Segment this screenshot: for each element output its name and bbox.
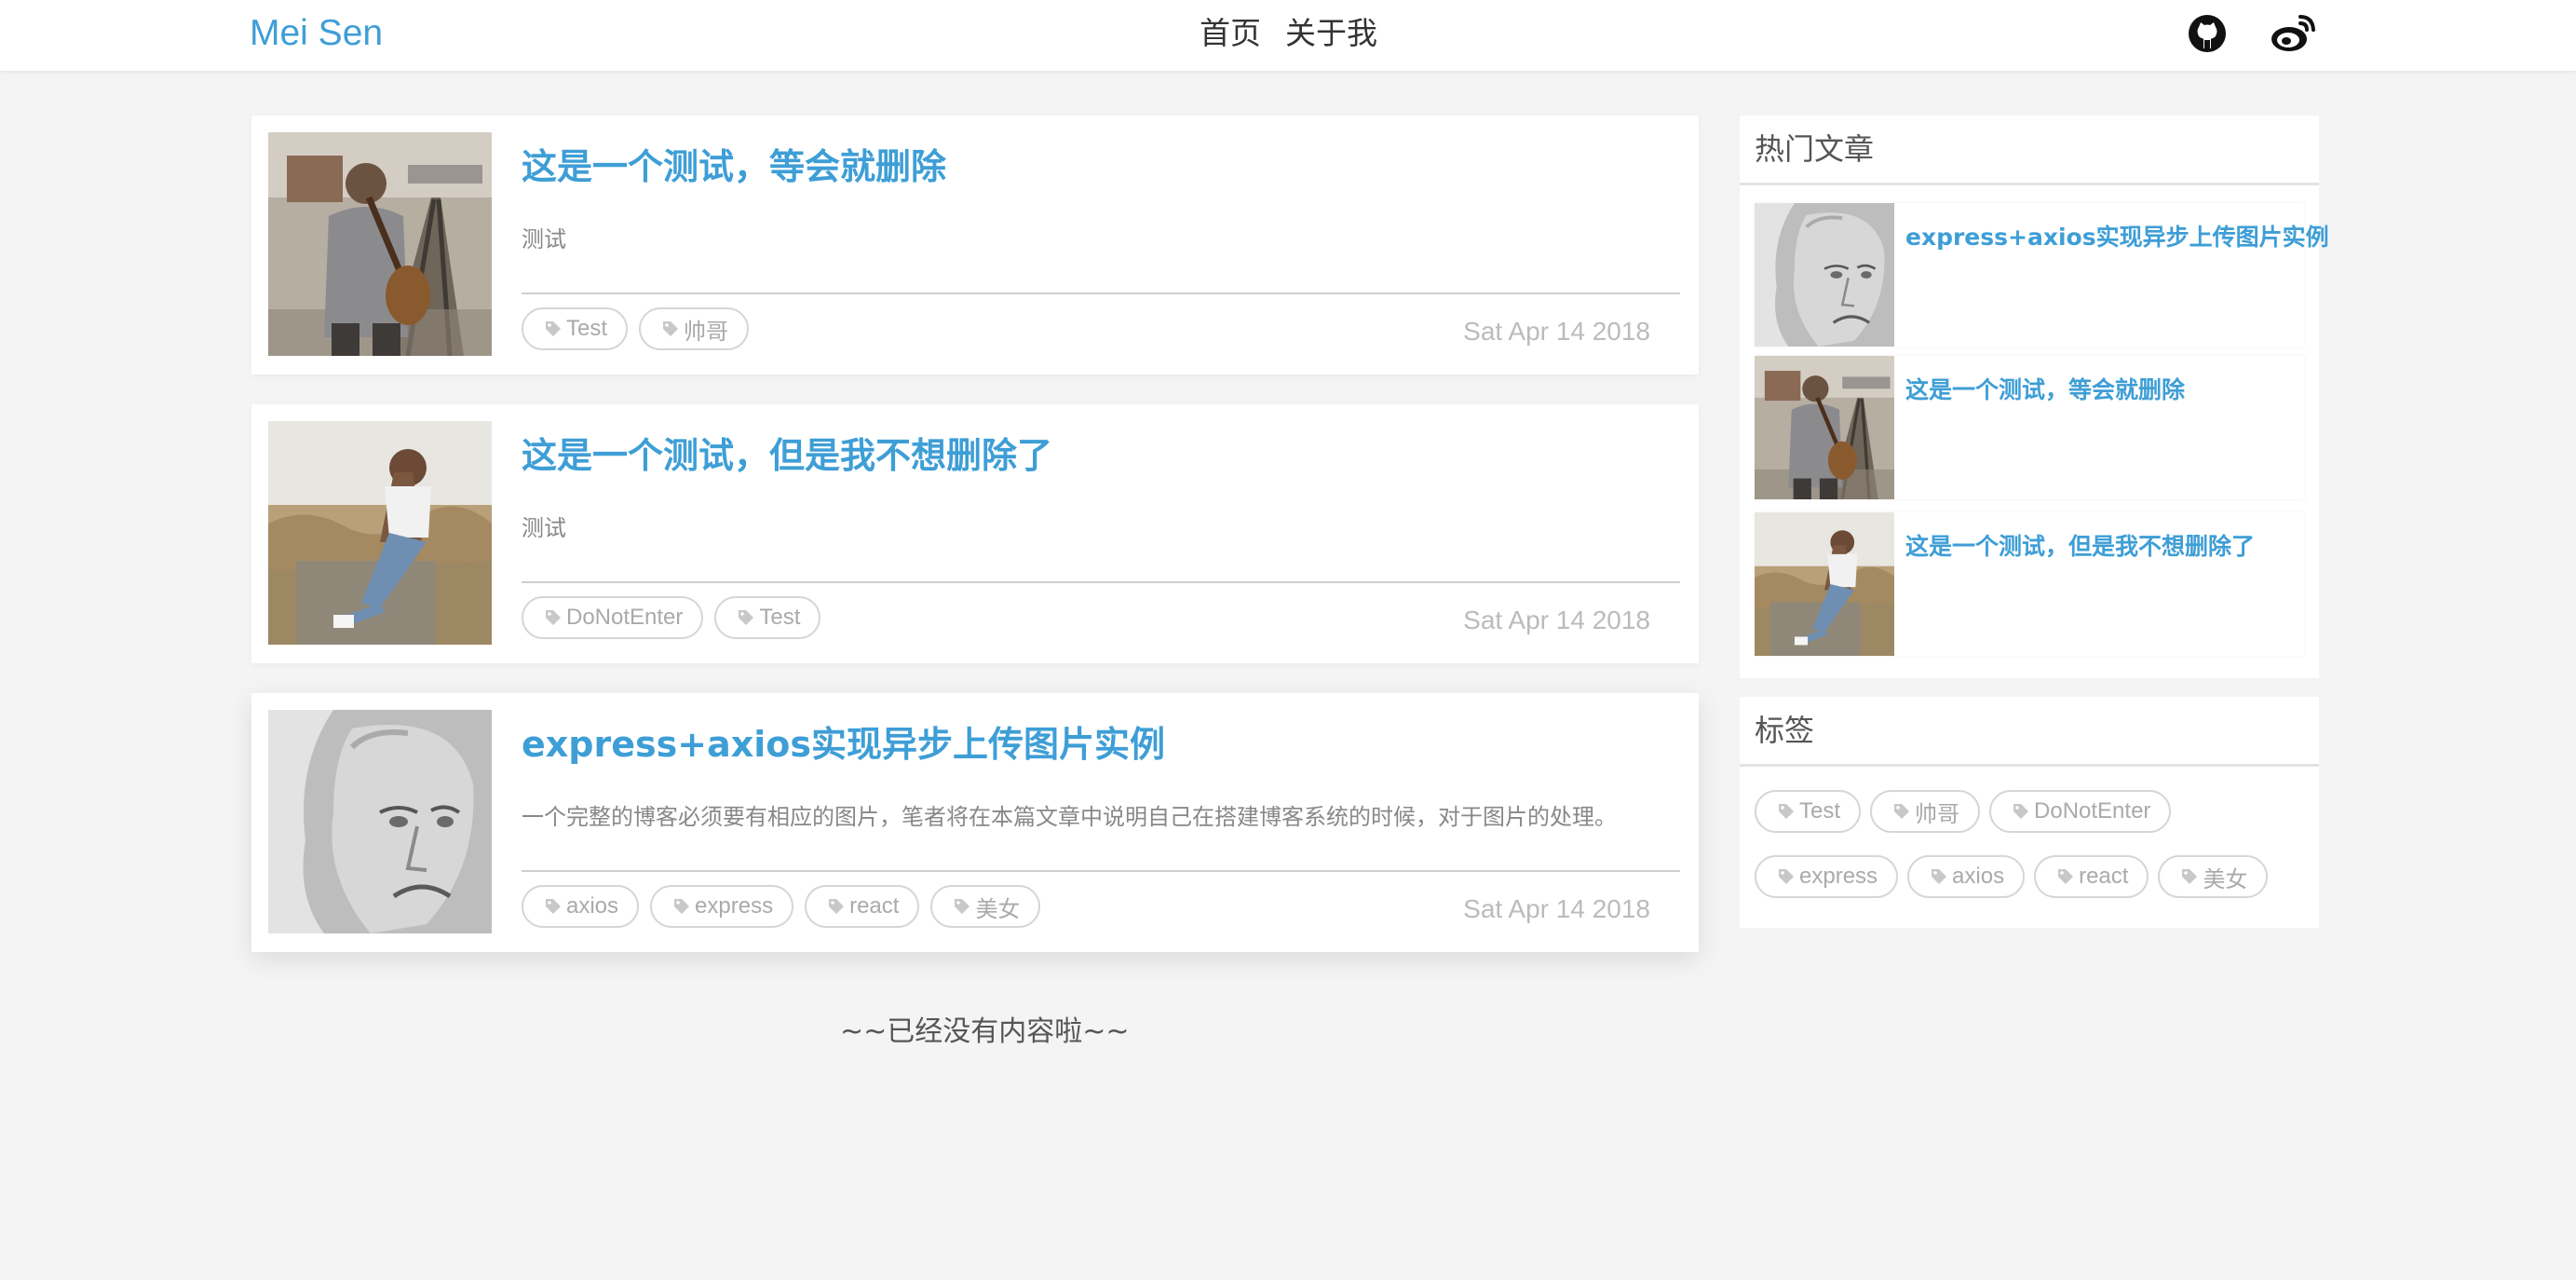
article-card[interactable]: 这是一个测试，等会就删除 测试 Test 帅哥 Sat Apr 14 2018 <box>251 116 1699 374</box>
tag-icon <box>737 608 755 627</box>
tag-chip[interactable]: react <box>805 885 920 928</box>
tag-chip[interactable]: axios <box>522 885 640 928</box>
hot-article-title[interactable]: 这是一个测试，等会就删除 <box>1905 374 2297 406</box>
article-title[interactable]: express+axios实现异步上传图片实例 <box>522 721 1165 768</box>
article-summary: 测试 <box>522 226 566 252</box>
tag-chip[interactable]: Test <box>522 307 629 350</box>
divider <box>1740 183 2319 185</box>
tag-label: axios <box>1952 864 2005 889</box>
tag-chip[interactable]: DoNotEnter <box>522 596 704 639</box>
site-brand[interactable]: Mei Sen <box>250 11 383 56</box>
tag-chip[interactable]: axios <box>1907 855 2026 898</box>
tag-icon <box>544 897 563 916</box>
tag-label: Test <box>759 605 801 630</box>
hot-article-title[interactable]: 这是一个测试，但是我不想删除了 <box>1905 531 2297 563</box>
tag-label: Test <box>1799 798 1841 824</box>
tag-icon <box>2012 802 2030 821</box>
divider <box>522 293 1680 294</box>
panel-title: 标签 <box>1755 713 1815 748</box>
article-thumbnail[interactable] <box>268 710 492 933</box>
article-tags: Test 帅哥 <box>522 307 750 350</box>
article-summary: 一个完整的博客必须要有相应的图片，笔者将在本篇文章中说明自己在搭建博客系统的时候… <box>522 804 1617 830</box>
tag-chip[interactable]: react <box>2034 855 2149 898</box>
article-date: Sat Apr 14 2018 <box>1463 317 1650 346</box>
tag-icon <box>953 897 971 916</box>
tag-icon <box>1777 867 1796 886</box>
tag-chip[interactable]: Test <box>1755 790 1862 833</box>
tag-chip[interactable]: DoNotEnter <box>1989 790 2172 833</box>
tag-label: Test <box>566 316 608 341</box>
divider <box>522 581 1680 583</box>
article-title[interactable]: 这是一个测试，但是我不想删除了 <box>522 432 1052 479</box>
weibo-icon[interactable] <box>2269 11 2315 56</box>
article-tags: DoNotEnter Test <box>522 596 821 639</box>
nav-home[interactable]: 首页 <box>1200 13 1261 54</box>
tag-label: 帅哥 <box>684 319 729 345</box>
article-date: Sat Apr 14 2018 <box>1463 606 1650 634</box>
tag-label: DoNotEnter <box>2034 798 2151 824</box>
main-nav: 首页 关于我 <box>1200 13 1377 54</box>
tag-icon <box>1777 802 1796 821</box>
hot-article-thumbnail[interactable] <box>1755 356 1894 499</box>
hot-articles-panel: 热门文章 express+axios实现异步上传图片实例 这是一个测试，等会就删… <box>1740 116 2329 678</box>
tag-chip[interactable]: 帅哥 <box>1870 790 1981 833</box>
tag-chip[interactable]: 帅哥 <box>639 307 750 350</box>
tag-icon <box>661 320 680 338</box>
tag-chip[interactable]: Test <box>714 596 821 639</box>
tag-label: 美女 <box>2203 866 2248 892</box>
article-date: Sat Apr 14 2018 <box>1463 894 1650 923</box>
top-navbar: Mei Sen 首页 关于我 <box>0 0 2576 71</box>
tag-chip[interactable]: 美女 <box>2158 855 2269 898</box>
panel-title: 热门文章 <box>1755 131 1875 167</box>
nav-about[interactable]: 关于我 <box>1285 13 1377 54</box>
tag-chip[interactable]: 美女 <box>930 885 1041 928</box>
tag-chip[interactable]: express <box>1755 855 1899 898</box>
tag-label: 帅哥 <box>1915 801 1960 827</box>
article-summary: 测试 <box>522 515 566 541</box>
tag-label: express <box>695 893 774 919</box>
tag-label: DoNotEnter <box>566 605 684 630</box>
hot-article-item[interactable]: express+axios实现异步上传图片实例 <box>1755 203 2329 347</box>
end-of-list-text: ~~已经没有内容啦~~ <box>840 1015 1130 1048</box>
tag-icon <box>1892 802 1911 821</box>
divider <box>1740 764 2319 767</box>
tag-label: 美女 <box>975 896 1021 922</box>
tag-label: react <box>2079 864 2129 889</box>
divider <box>522 870 1680 872</box>
tag-label: axios <box>566 893 619 919</box>
github-icon[interactable] <box>2185 11 2230 56</box>
hot-article-item[interactable]: 这是一个测试，等会就删除 <box>1755 356 2304 499</box>
tag-label: react <box>849 893 900 919</box>
article-thumbnail[interactable] <box>268 421 492 645</box>
tag-icon <box>827 897 846 916</box>
hot-article-thumbnail[interactable] <box>1755 203 1894 347</box>
hot-article-thumbnail[interactable] <box>1755 512 1894 656</box>
hot-article-title[interactable]: express+axios实现异步上传图片实例 <box>1905 222 2329 253</box>
hot-article-item[interactable]: 这是一个测试，但是我不想删除了 <box>1755 512 2304 656</box>
article-title[interactable]: 这是一个测试，等会就删除 <box>522 143 946 190</box>
tag-icon <box>672 897 691 916</box>
tags-panel: 标签 Test 帅哥 DoNotEnter express axios reac… <box>1740 697 2319 928</box>
tag-icon <box>1930 867 1948 886</box>
article-tags: axios express react 美女 <box>522 885 1041 928</box>
tag-label: express <box>1799 864 1878 889</box>
tag-chip[interactable]: express <box>650 885 794 928</box>
tag-cloud: Test 帅哥 DoNotEnter express axios react 美… <box>1755 790 2313 898</box>
tag-icon <box>2180 867 2199 886</box>
tag-icon <box>2056 867 2075 886</box>
tag-icon <box>544 320 563 338</box>
tag-icon <box>544 608 563 627</box>
article-card[interactable]: express+axios实现异步上传图片实例 一个完整的博客必须要有相应的图片… <box>251 693 1699 952</box>
article-card[interactable]: 这是一个测试，但是我不想删除了 测试 DoNotEnter Test Sat A… <box>251 404 1699 663</box>
article-thumbnail[interactable] <box>268 132 492 356</box>
